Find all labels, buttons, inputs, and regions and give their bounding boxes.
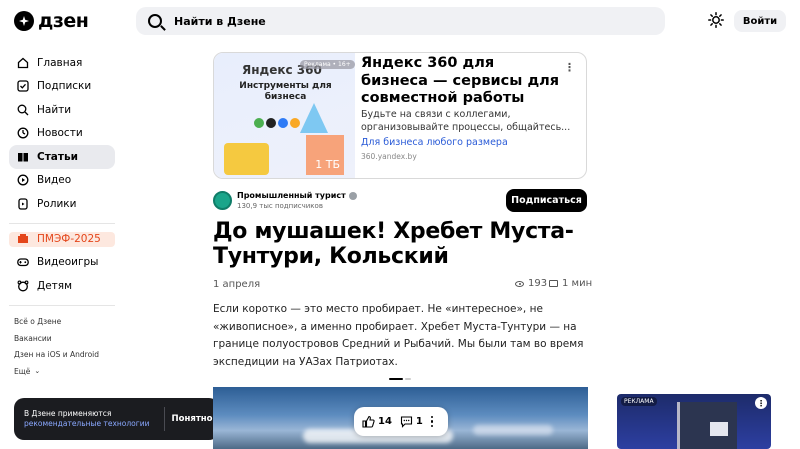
shorts-icon (18, 198, 28, 210)
pmef-icon (18, 234, 28, 243)
gallery-progress (389, 378, 411, 380)
sidebar-footer-links: Всё о Дзене Вакансии Дзен на iOS и Andro… (9, 314, 115, 380)
login-button[interactable]: Войти (734, 10, 786, 32)
chevron-down-icon: ⌄ (34, 367, 41, 376)
sidebar-item-search[interactable]: Найти (9, 98, 115, 122)
subscribe-button[interactable]: Подписаться (506, 189, 587, 212)
eye-icon (515, 280, 524, 287)
sidebar-item-label: ПМЭФ-2025 (37, 233, 101, 245)
channel-avatar[interactable] (213, 191, 232, 210)
article-actions-bar: 14 1 (354, 407, 448, 436)
dzen-logo-icon (14, 11, 34, 31)
more-vertical-icon[interactable]: ⋮ (755, 397, 767, 409)
sidebar-item-news[interactable]: Новости (9, 122, 115, 146)
sidebar-item-label: Новости (37, 127, 83, 140)
channel-name-text: Промышленный турист (237, 191, 346, 200)
book-icon (549, 280, 558, 287)
sidebar-item-label: Детям (37, 279, 73, 292)
article-read-time: 1 мин (549, 278, 592, 289)
article-views: 193 (515, 278, 547, 289)
ad-title[interactable]: Яндекс 360 для бизнеса — сервисы для сов… (361, 55, 566, 108)
article-date: 1 апреля (213, 279, 261, 290)
like-button[interactable]: 14 (362, 415, 392, 428)
cookie-text: В Дзене применяются рекомендательные тех… (14, 409, 164, 429)
sidebar-item-label: Главная (37, 56, 83, 69)
sidebar-item-shorts[interactable]: Ролики (9, 192, 115, 216)
cookie-link[interactable]: рекомендательные технологии (24, 419, 164, 429)
sidebar-item-home[interactable]: Главная (9, 51, 115, 75)
logo-text: дзен (38, 10, 89, 32)
sidebar-item-label: Видеоигры (37, 256, 99, 269)
sun-icon[interactable] (708, 12, 724, 28)
sidebar-item-kids[interactable]: Детям (9, 274, 115, 298)
ad-image-caption: Инструменты для бизнеса (239, 81, 332, 102)
link-vacancies[interactable]: Вакансии (14, 330, 115, 347)
more-vertical-icon[interactable]: ⋮ (564, 61, 575, 74)
channel-subscribers: 130,9 тыс подписчиков (237, 202, 323, 210)
ad-badge: Реклама • 16+ (300, 60, 355, 69)
article-body: Если коротко — это место пробирает. Не «… (213, 303, 584, 368)
link-more-label: Ещё (14, 366, 31, 376)
sidebar-divider (9, 304, 115, 306)
storage-label: 1 ТБ (315, 158, 340, 171)
link-more[interactable]: Ещё ⌄ (14, 363, 115, 380)
home-icon (17, 57, 29, 68)
sidebar-item-label: Ролики (37, 197, 77, 210)
gamepad-icon (17, 258, 29, 267)
ad-decoration (300, 103, 328, 133)
cookie-message: В Дзене применяются (24, 409, 112, 418)
sidebar-item-label: Статьи (37, 150, 78, 163)
ad-description: Будьте на связи с коллегами, организовыв… (361, 109, 571, 133)
more-vertical-icon[interactable] (430, 415, 434, 428)
link-apps[interactable]: Дзен на iOS и Android (14, 347, 115, 364)
search-icon (148, 14, 162, 28)
channel-name[interactable]: Промышленный турист (237, 191, 357, 200)
sidebar-item-articles[interactable]: Статьи (9, 145, 115, 169)
comment-count: 1 (415, 416, 423, 427)
sidebar-item-label: Найти (37, 103, 72, 116)
comment-button[interactable]: 1 (400, 415, 423, 428)
views-count: 193 (528, 278, 548, 289)
verified-icon (348, 191, 357, 200)
sidebar-divider (9, 222, 115, 224)
articles-icon (18, 152, 28, 162)
search-icon (17, 104, 29, 116)
ad-domain: 360.yandex.by (361, 152, 417, 161)
sidebar-item-label: Видео (37, 174, 72, 187)
thumbs-up-icon (362, 415, 375, 428)
ad-link[interactable]: Для бизнеса любого размера (361, 137, 508, 148)
sidebar: Главная Подписки Найти Новости Статьи Ви… (9, 51, 115, 380)
article-title: До мушашек! Хребет Муста-Тунтури, Кольск… (213, 219, 574, 269)
folder-icon (224, 143, 269, 175)
news-icon (17, 127, 29, 139)
search-placeholder: Найти в Дзене (174, 14, 266, 28)
ad-app-icons (254, 118, 300, 128)
kids-icon (17, 280, 29, 292)
sidebar-item-games[interactable]: Видеоигры (9, 251, 115, 275)
search-bar[interactable]: Найти в Дзене (136, 7, 665, 35)
sidebar-item-pmef[interactable]: ПМЭФ-2025 (9, 231, 115, 247)
read-time-text: 1 мин (562, 278, 593, 289)
sidebar-item-subscriptions[interactable]: Подписки (9, 75, 115, 99)
side-ad-badge: РЕКЛАМА (621, 397, 657, 406)
subscriptions-icon (17, 80, 29, 92)
ad-card[interactable]: Яндекс 360 Реклама • 16+ Инструменты для… (213, 52, 587, 179)
sidebar-item-video[interactable]: Видео (9, 169, 115, 193)
side-ad-image (677, 402, 737, 449)
sidebar-item-label: Подписки (37, 80, 92, 93)
like-count: 14 (378, 416, 392, 427)
cookie-banner: В Дзене применяются рекомендательные тех… (14, 398, 219, 440)
comment-icon (400, 416, 412, 428)
link-about[interactable]: Всё о Дзене (14, 314, 115, 331)
ad-image: Яндекс 360 Реклама • 16+ Инструменты для… (214, 53, 355, 178)
cookie-accept-button[interactable]: Понятно (165, 414, 219, 424)
video-icon (17, 174, 29, 186)
dzen-logo[interactable]: дзен (14, 10, 89, 32)
side-ad[interactable]: РЕКЛАМА ⋮ (617, 394, 771, 449)
storage-box: 1 ТБ (306, 135, 344, 175)
